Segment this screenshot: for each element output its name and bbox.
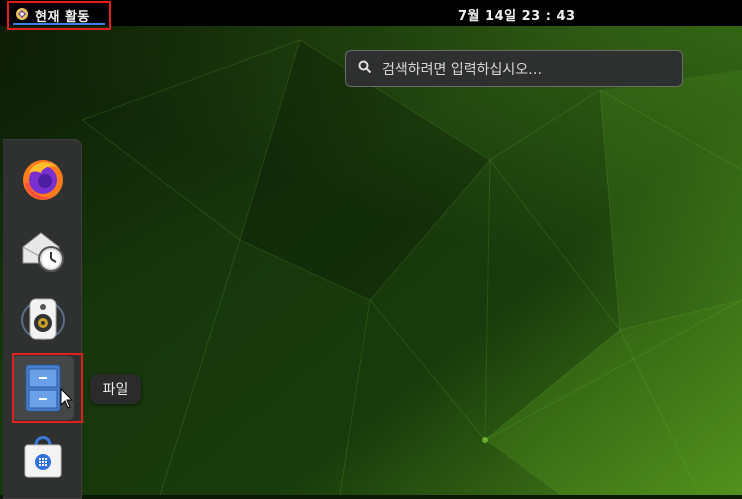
search-input[interactable]: 검색하려면 입력하십시오… — [345, 50, 683, 87]
activities-underline — [13, 23, 105, 25]
software-bag-icon — [24, 436, 62, 478]
mail-clock-icon — [22, 232, 64, 272]
dash-item-firefox[interactable] — [16, 152, 70, 206]
activities-icon — [15, 7, 29, 25]
firefox-icon — [23, 160, 63, 200]
dash-item-software[interactable] — [16, 430, 70, 484]
dash-panel — [3, 139, 82, 499]
dash-item-rhythmbox[interactable] — [16, 291, 70, 345]
dash-item-evolution[interactable] — [16, 222, 70, 276]
mouse-pointer-icon — [60, 387, 74, 414]
files-tooltip: 파일 — [90, 374, 141, 404]
search-icon — [358, 60, 372, 78]
activities-button[interactable]: 현재 활동 — [7, 1, 111, 30]
top-bar: 현재 활동 7월 14일 23 : 43 — [0, 0, 742, 30]
search-placeholder: 검색하려면 입력하십시오… — [382, 61, 543, 78]
clock[interactable]: 7월 14일 23 : 43 — [458, 5, 576, 24]
speaker-icon — [21, 298, 65, 340]
